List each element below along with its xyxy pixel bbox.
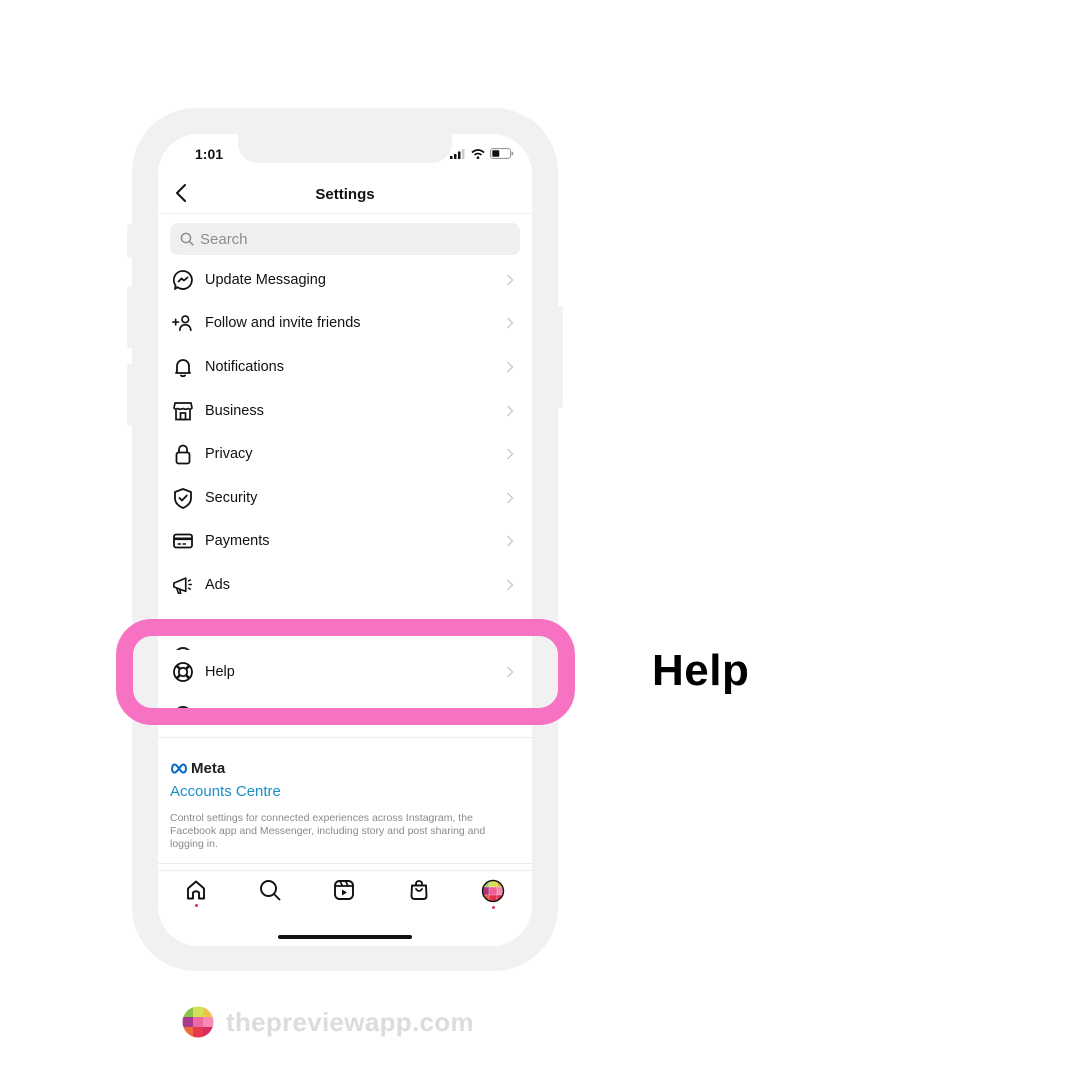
bell-icon xyxy=(172,356,194,378)
menu-item-security[interactable]: Security xyxy=(158,476,532,520)
shopping-bag-icon xyxy=(410,880,428,900)
phone-silent-switch xyxy=(127,224,133,258)
menu-item-payments[interactable]: Payments xyxy=(158,520,532,564)
chevron-right-icon xyxy=(507,361,514,373)
megaphone-icon xyxy=(172,574,194,596)
menu-item-label: Help xyxy=(205,664,235,681)
meta-infinity-icon xyxy=(171,763,187,774)
menu-item-ads[interactable]: Ads xyxy=(158,563,532,607)
menu-item-help[interactable]: Help xyxy=(158,650,532,694)
lock-icon xyxy=(172,443,194,465)
menu-item-label: Ads xyxy=(205,576,230,593)
battery-icon xyxy=(490,148,514,159)
thepreviewapp-logo-icon xyxy=(182,1006,214,1038)
shield-check-icon xyxy=(172,487,194,509)
page-title: Settings xyxy=(315,186,375,203)
phone-screen: 1:01 Settings Search Update Messaging Fo… xyxy=(158,134,532,946)
profile-avatar xyxy=(481,879,505,903)
settings-menu: Update Messaging Follow and invite frien… xyxy=(158,258,532,714)
search-icon xyxy=(260,880,281,901)
menu-item-partial-hidden xyxy=(158,607,532,651)
tab-shop[interactable] xyxy=(405,879,433,913)
search-field[interactable] xyxy=(170,223,520,255)
search-icon xyxy=(180,232,194,246)
info-icon xyxy=(174,705,192,714)
tab-profile[interactable] xyxy=(479,879,507,913)
messenger-icon xyxy=(172,269,194,291)
section-divider xyxy=(158,863,532,864)
chevron-right-icon xyxy=(507,579,514,591)
notification-dot xyxy=(194,904,198,907)
meta-brand-text: Meta xyxy=(191,760,226,777)
notification-dot xyxy=(491,906,495,909)
phone-power-button xyxy=(557,306,563,408)
search-input[interactable] xyxy=(200,230,500,248)
menu-item-label: Follow and invite friends xyxy=(205,315,361,332)
menu-item-notifications[interactable]: Notifications xyxy=(158,345,532,389)
meta-accounts-section: Meta Accounts Centre Control settings fo… xyxy=(170,760,520,851)
status-icons xyxy=(450,148,514,159)
phone-notch xyxy=(238,134,452,163)
chevron-right-icon xyxy=(507,492,514,504)
menu-item-label: Privacy xyxy=(205,446,253,463)
wifi-icon xyxy=(471,148,485,159)
phone-volume-up-button xyxy=(127,286,133,348)
nav-header: Settings xyxy=(158,174,532,214)
home-icon xyxy=(187,880,205,900)
tab-reels[interactable] xyxy=(330,879,358,913)
menu-item-business[interactable]: Business xyxy=(158,389,532,433)
home-indicator xyxy=(278,935,412,939)
chevron-right-icon xyxy=(507,666,514,678)
menu-item-update-messaging[interactable]: Update Messaging xyxy=(158,258,532,302)
cellular-signal-icon xyxy=(450,148,465,159)
chevron-right-icon xyxy=(507,274,514,286)
chevron-right-icon xyxy=(507,317,514,329)
credit-card-icon xyxy=(172,530,194,552)
tab-search[interactable] xyxy=(256,879,284,913)
lifebuoy-icon xyxy=(172,661,194,683)
menu-item-label: Notifications xyxy=(205,358,284,375)
menu-item-label: Business xyxy=(205,402,264,419)
phone-volume-down-button xyxy=(127,364,133,426)
menu-item-label: Payments xyxy=(205,533,270,550)
chevron-right-icon xyxy=(507,405,514,417)
chevron-right-icon xyxy=(507,535,514,547)
accounts-centre-link[interactable]: Accounts Centre xyxy=(170,783,281,800)
storefront-icon xyxy=(172,400,194,422)
watermark: thepreviewapp.com xyxy=(182,1006,474,1038)
add-person-icon xyxy=(172,312,194,334)
menu-item-label: Security xyxy=(205,489,258,506)
menu-item-privacy[interactable]: Privacy xyxy=(158,432,532,476)
section-divider xyxy=(158,737,532,738)
callout-label: Help xyxy=(652,646,750,695)
chevron-right-icon xyxy=(507,448,514,460)
watermark-text: thepreviewapp.com xyxy=(226,1006,474,1037)
meta-logo: Meta xyxy=(170,760,520,777)
reels-icon xyxy=(334,880,354,900)
tab-home[interactable] xyxy=(182,879,210,913)
status-time: 1:01 xyxy=(195,146,224,162)
accounts-centre-description: Control settings for connected experienc… xyxy=(170,812,486,850)
menu-item-follow-invite[interactable]: Follow and invite friends xyxy=(158,302,532,346)
menu-item-label: Update Messaging xyxy=(205,271,326,288)
menu-item-partial-hidden xyxy=(158,694,532,714)
bottom-tab-bar xyxy=(158,870,532,920)
